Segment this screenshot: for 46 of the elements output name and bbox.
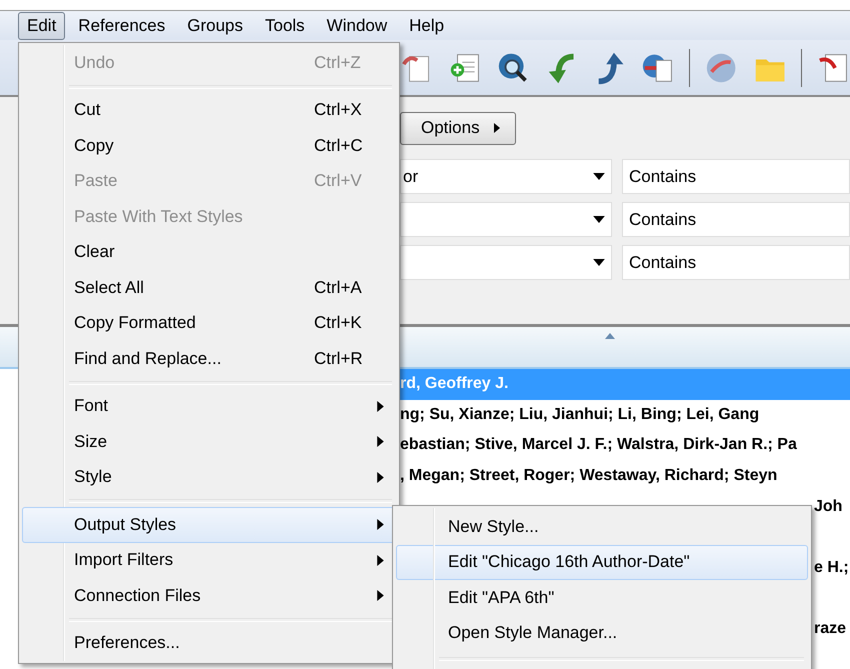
field-dropdown[interactable]: [400, 245, 612, 280]
reference-row[interactable]: , Megan; Street, Roger; Westaway, Richard; Steyn: [400, 460, 850, 491]
dropdown-caret-icon: [593, 216, 605, 223]
submenu-arrow-icon: [377, 554, 384, 566]
menu-item[interactable]: Copy Ctrl+C: [22, 128, 396, 164]
reference-row[interactable]: Joh: [814, 491, 850, 552]
operator-field[interactable]: Contains: [622, 202, 850, 237]
options-button[interactable]: Options: [400, 112, 516, 144]
triangle-right-icon: [494, 123, 500, 133]
menu-item[interactable]: Copy Formatted Ctrl+K: [22, 306, 396, 341]
field-dropdown[interactable]: [400, 202, 612, 237]
menu-item[interactable]: Clear: [22, 234, 396, 270]
menu-item[interactable]: Edit "APA 6th": [396, 580, 808, 616]
menu-item[interactable]: Connection Files: [22, 578, 396, 614]
menu-item[interactable]: Select All Ctrl+A: [22, 270, 396, 306]
operator-field[interactable]: Contains: [622, 245, 850, 280]
submenu-arrow-icon: [377, 590, 384, 602]
submenu-arrow-icon: [377, 472, 384, 483]
menu-bar-item[interactable]: Window: [318, 12, 396, 40]
menu-bar-item[interactable]: Edit: [18, 12, 66, 40]
menu-item[interactable]: Preferences...: [22, 626, 396, 661]
menu-bar-item[interactable]: Help: [400, 12, 454, 40]
sort-icon: [604, 333, 616, 339]
menu-bar-item[interactable]: Tools: [256, 12, 314, 40]
submenu-arrow-icon: [377, 400, 384, 412]
menu-item[interactable]: Find and Replace... Ctrl+R: [22, 341, 396, 376]
reference-row[interactable]: ebastian; Stive, Marcel J. F.; Walstra, Dirk-Jan R.; Pa: [400, 430, 850, 460]
menu-item[interactable]: Open Style Manager...: [396, 616, 808, 651]
field-dropdown[interactable]: or: [400, 159, 612, 194]
menu-item[interactable]: Size: [22, 424, 396, 460]
reference-row[interactable]: e H.;: [814, 552, 850, 613]
menu-bar-item[interactable]: Groups: [178, 12, 252, 40]
reference-row[interactable]: ng; Su, Xianze; Liu, Jianhui; Li, Bing; Lei, Gang: [400, 400, 850, 430]
menu-item[interactable]: Import Filters: [22, 542, 396, 578]
menu-item[interactable]: New Style...: [396, 509, 808, 544]
submenu-arrow-icon: [377, 519, 384, 530]
dropdown-caret-icon: [593, 173, 605, 180]
submenu-arrow-icon: [377, 436, 384, 448]
operator-field[interactable]: Contains: [622, 159, 850, 194]
menu-item[interactable]: Edit "Chicago 16th Author-Date": [396, 544, 808, 580]
dropdown-caret-icon: [593, 259, 605, 266]
menu-item[interactable]: Cut Ctrl+X: [22, 92, 396, 128]
reference-row[interactable]: raze: [814, 613, 850, 669]
menu-item[interactable]: Style: [22, 460, 396, 495]
menu-bar-item[interactable]: References: [69, 12, 174, 40]
menu-item[interactable]: Font: [22, 388, 396, 424]
